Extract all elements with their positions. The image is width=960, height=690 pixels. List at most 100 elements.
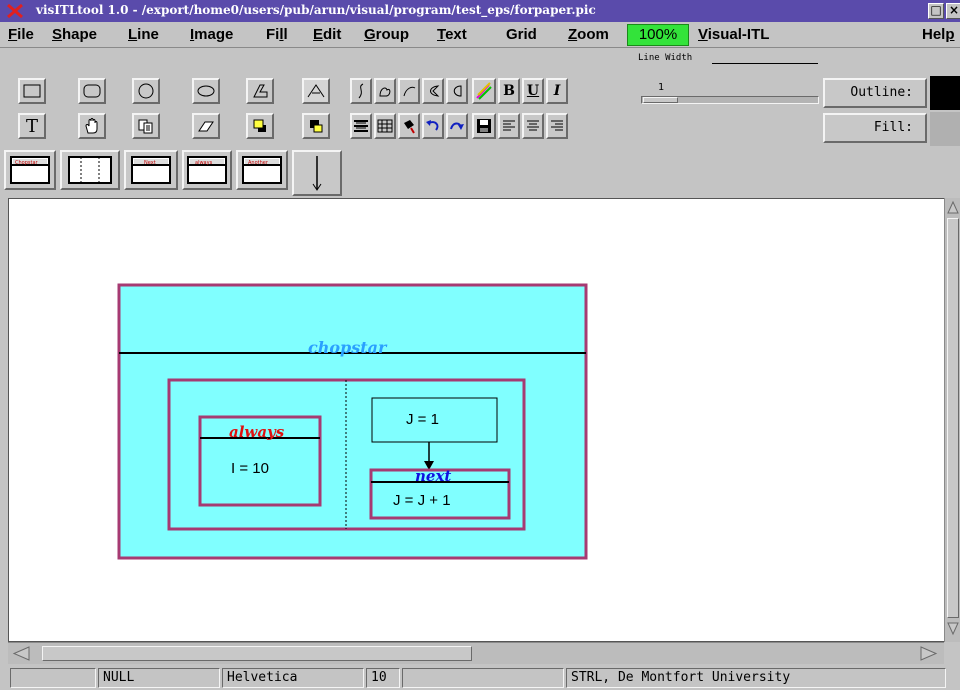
menu-text[interactable]: Text [437, 26, 467, 43]
fill-button[interactable]: Fill: [823, 113, 927, 143]
underline-button[interactable]: U [522, 78, 544, 104]
slider-thumb[interactable] [643, 97, 678, 103]
ellipse-tool[interactable] [192, 78, 220, 104]
fill-color-swatch[interactable] [930, 112, 960, 146]
template-always-button[interactable]: always [182, 150, 232, 190]
redo-icon [450, 122, 464, 130]
circle-tool[interactable] [132, 78, 160, 104]
bring-to-front-icon [253, 119, 266, 132]
eraser-tool[interactable] [192, 113, 220, 139]
menu-line[interactable]: Line [128, 26, 159, 43]
close-button[interactable]: × [946, 3, 960, 19]
align-tool[interactable] [350, 113, 372, 139]
arc-icon [403, 86, 416, 97]
vertical-scroll-thumb[interactable] [947, 218, 959, 618]
maximize-button[interactable]: □ [928, 3, 944, 19]
align-right-icon [551, 120, 563, 131]
paint-tool[interactable] [398, 113, 420, 139]
menu-file[interactable]: File [8, 26, 34, 43]
template-another-button[interactable]: Another [236, 150, 288, 190]
outline-button[interactable]: Outline: [823, 78, 927, 108]
arrow-connector-button[interactable] [292, 150, 342, 196]
eraser-icon [198, 121, 214, 132]
grid-tool[interactable] [374, 113, 396, 139]
scroll-up-icon[interactable] [947, 200, 959, 214]
svg-text:always: always [195, 160, 213, 166]
hand-tool[interactable] [78, 113, 106, 139]
drawing-canvas[interactable]: chopstar always I = 10 J = 1 next J = J … [8, 198, 944, 642]
status-font-size: 10 [366, 668, 400, 688]
align-center-button[interactable] [522, 113, 544, 139]
filled-polygon-tool[interactable] [302, 78, 330, 104]
window-title: visITLtool 1.0 - /export/home0/users/pub… [36, 3, 596, 17]
menu-visual-itl[interactable]: Visual-ITL [698, 26, 769, 43]
another-template-icon: Another [242, 156, 282, 184]
polygon-icon [253, 84, 268, 98]
color-pick-tool[interactable] [472, 78, 496, 104]
svg-text:Next: Next [144, 160, 156, 166]
circle-icon [138, 83, 154, 99]
copy-tool[interactable] [132, 113, 160, 139]
text-tool[interactable]: T [18, 113, 46, 139]
line-width-value: 1 [658, 82, 665, 93]
template-next-button[interactable]: Next [124, 150, 178, 190]
menu-image[interactable]: Image [190, 26, 233, 43]
undo-button[interactable] [422, 113, 444, 139]
menu-edit[interactable]: Edit [313, 26, 341, 43]
align-icon [354, 120, 368, 132]
menu-zoom[interactable]: Zoom [568, 26, 609, 43]
bring-front-tool[interactable] [246, 113, 274, 139]
scroll-right-icon[interactable] [920, 646, 938, 661]
diagram [117, 283, 588, 560]
x-logo-icon [6, 3, 24, 19]
closed-curve-tool[interactable] [374, 78, 396, 104]
outline-color-swatch[interactable] [930, 76, 960, 110]
arc-tool[interactable] [398, 78, 420, 104]
always-template-icon: always [187, 156, 227, 184]
zoom-level-indicator: 100% [627, 24, 689, 46]
align-right-button[interactable] [546, 113, 568, 139]
template-parallel-button[interactable] [60, 150, 120, 190]
horizontal-scroll-thumb[interactable] [42, 646, 472, 661]
save-button[interactable] [472, 113, 496, 139]
rounded-rectangle-icon [83, 84, 101, 98]
rounded-rect-tool[interactable] [78, 78, 106, 104]
horizontal-scrollbar[interactable] [8, 642, 944, 664]
scroll-down-icon[interactable] [947, 622, 959, 636]
next-body: J = J + 1 [393, 492, 451, 509]
redo-button[interactable] [446, 113, 468, 139]
send-back-tool[interactable] [302, 113, 330, 139]
polygon-tool[interactable] [246, 78, 274, 104]
half-ellipse-tool[interactable] [446, 78, 468, 104]
rectangle-icon [23, 84, 41, 98]
scroll-left-icon[interactable] [12, 646, 30, 661]
bold-button[interactable]: B [498, 78, 520, 104]
closed-curve-icon [379, 87, 391, 97]
always-body: I = 10 [231, 460, 269, 477]
rectangle-tool[interactable] [18, 78, 46, 104]
hand-icon [85, 118, 98, 134]
down-arrow-icon [312, 156, 322, 191]
align-left-button[interactable] [498, 113, 520, 139]
freehand-tool[interactable] [350, 78, 372, 104]
italic-button[interactable]: I [546, 78, 568, 104]
title-bar: visITLtool 1.0 - /export/home0/users/pub… [0, 0, 960, 22]
line-width-slider[interactable] [641, 96, 819, 104]
menu-help[interactable]: Help [922, 26, 955, 43]
menu-fill[interactable]: Fill [266, 26, 288, 43]
status-font: Helvetica [222, 668, 364, 688]
svg-text:Chopstar: Chopstar [15, 160, 39, 166]
color-pencil-icon [476, 82, 492, 100]
copy-icon [138, 119, 153, 134]
template-chopstar-button[interactable]: Chopstar [4, 150, 56, 190]
status-field-5 [402, 668, 564, 688]
chord-tool[interactable] [422, 78, 444, 104]
status-object-type: NULL [98, 668, 220, 688]
half-ellipse-icon [453, 85, 462, 97]
always-label: always [229, 423, 285, 441]
vertical-scrollbar[interactable] [944, 198, 960, 642]
menu-shape[interactable]: Shape [52, 26, 97, 43]
align-center-icon [527, 120, 539, 131]
menu-group[interactable]: Group [364, 26, 409, 43]
menu-grid[interactable]: Grid [506, 26, 537, 43]
